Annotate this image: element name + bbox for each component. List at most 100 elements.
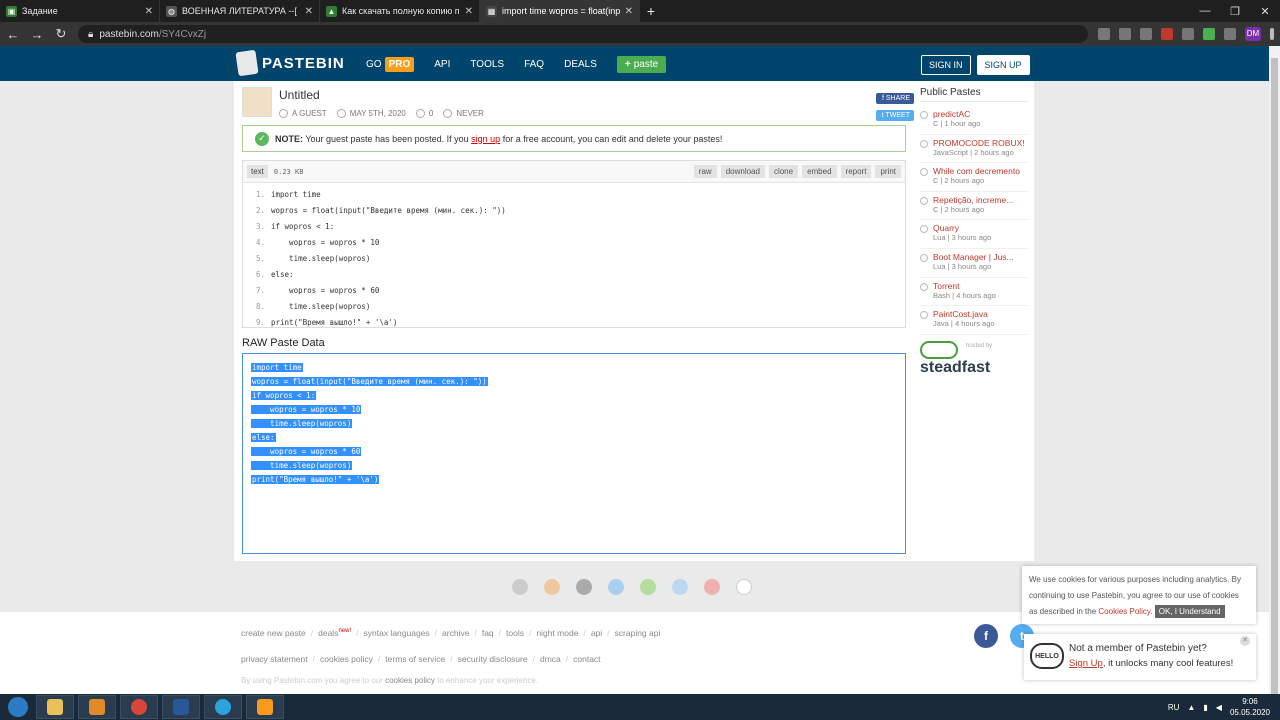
close-tab-icon[interactable]: ✕ bbox=[145, 6, 153, 17]
footer-link[interactable]: dealsnew! bbox=[318, 628, 351, 638]
url-field[interactable]: 🔒︎ pastebin.com/SY4CvxZj bbox=[78, 25, 1088, 43]
close-window-icon[interactable]: ✕ bbox=[1250, 0, 1280, 22]
arch-icon[interactable] bbox=[736, 579, 752, 595]
menu-tools[interactable]: TOOLS bbox=[470, 59, 504, 70]
close-tab-icon[interactable]: ✕ bbox=[625, 6, 633, 17]
extension-icon[interactable] bbox=[1203, 28, 1215, 40]
minimize-icon[interactable]: — bbox=[1190, 0, 1220, 22]
sign-up-link[interactable]: sign up bbox=[471, 134, 500, 144]
browser-tab[interactable]: ▣ Задание ✕ bbox=[0, 0, 160, 22]
report-button[interactable]: report bbox=[840, 165, 872, 178]
paste-name[interactable]: Repetição, increme... bbox=[933, 195, 1013, 205]
footer-link[interactable]: tools bbox=[506, 628, 524, 638]
public-paste-item[interactable]: PROMOCODE ROBUX! JavaScript | 2 hours ago bbox=[920, 135, 1028, 164]
download-button[interactable]: download bbox=[720, 165, 765, 178]
profile-avatar[interactable]: DM bbox=[1245, 27, 1261, 41]
public-paste-item[interactable]: Repetição, increme... C | 2 hours ago bbox=[920, 192, 1028, 221]
cookies-policy-link[interactable]: cookies policy bbox=[385, 676, 435, 685]
public-paste-item[interactable]: Quarry Lua | 3 hours ago bbox=[920, 220, 1028, 249]
sponsor[interactable]: hosted by steadfast bbox=[920, 340, 1028, 377]
taskbar-explorer[interactable] bbox=[36, 695, 74, 719]
public-paste-item[interactable]: While com decremento C | 2 hours ago bbox=[920, 163, 1028, 192]
taskbar-telegram[interactable] bbox=[204, 695, 242, 719]
paste-name[interactable]: predictAC bbox=[933, 109, 980, 119]
start-button[interactable] bbox=[0, 694, 36, 720]
embed-button[interactable]: embed bbox=[802, 165, 837, 178]
translate-icon[interactable] bbox=[1098, 28, 1110, 40]
extension-icon[interactable] bbox=[1140, 28, 1152, 40]
paste-name[interactable]: PaintCost.java bbox=[933, 309, 995, 319]
facebook-icon[interactable]: f bbox=[974, 624, 998, 648]
footer-link[interactable]: api bbox=[591, 628, 602, 638]
mac-icon[interactable] bbox=[672, 579, 688, 595]
paste-name[interactable]: PROMOCODE ROBUX! bbox=[933, 138, 1025, 148]
volume-icon[interactable]: ◀ bbox=[1216, 703, 1222, 712]
reload-icon[interactable]: ↻ bbox=[54, 26, 68, 42]
menu-faq[interactable]: FAQ bbox=[524, 59, 544, 70]
chrome-icon[interactable] bbox=[512, 579, 528, 595]
opera-icon[interactable] bbox=[704, 579, 720, 595]
network-icon[interactable]: ▮ bbox=[1203, 703, 1207, 712]
sign-up-button[interactable]: SIGN UP bbox=[976, 55, 1030, 75]
facebook-share-button[interactable]: f SHARE bbox=[876, 93, 914, 104]
footer-link[interactable]: archive bbox=[442, 628, 469, 638]
footer-link[interactable]: create new paste bbox=[241, 628, 306, 638]
android-icon[interactable] bbox=[640, 579, 656, 595]
extension-icon[interactable] bbox=[1161, 28, 1173, 40]
paste-name[interactable]: While com decremento bbox=[933, 166, 1020, 176]
menu-api[interactable]: API bbox=[434, 59, 450, 70]
language-indicator[interactable]: RU bbox=[1168, 703, 1180, 712]
footer-link[interactable]: privacy statement bbox=[241, 654, 308, 664]
close-icon[interactable]: ✕ bbox=[1240, 636, 1250, 646]
paste-name[interactable]: Boot Manager | Jus... bbox=[933, 252, 1014, 262]
menu-deals[interactable]: DEALS bbox=[564, 59, 597, 70]
footer-link[interactable]: scraping api bbox=[615, 628, 661, 638]
taskbar-chrome[interactable] bbox=[120, 695, 158, 719]
ios-icon[interactable] bbox=[576, 579, 592, 595]
taskbar-word[interactable] bbox=[162, 695, 200, 719]
new-paste-button[interactable]: + paste bbox=[616, 56, 667, 73]
raw-button[interactable]: raw bbox=[693, 165, 717, 178]
menu-go-pro[interactable]: GO PRO bbox=[366, 57, 415, 72]
footer-link[interactable]: dmca bbox=[540, 654, 561, 664]
extension-icon[interactable] bbox=[1224, 28, 1236, 40]
menu-icon[interactable] bbox=[1270, 28, 1274, 40]
extension-icon[interactable] bbox=[1182, 28, 1194, 40]
clone-button[interactable]: clone bbox=[768, 165, 799, 178]
footer-link[interactable]: cookies policy bbox=[320, 654, 373, 664]
paste-name[interactable]: Torrent bbox=[933, 281, 996, 291]
scrollbar[interactable] bbox=[1269, 46, 1280, 698]
sign-in-button[interactable]: SIGN IN bbox=[921, 55, 971, 75]
footer-link[interactable]: terms of service bbox=[385, 654, 445, 664]
browser-tab-active[interactable]: ▦ import time wopros = float(input( ✕ bbox=[480, 0, 640, 22]
browser-tab[interactable]: ◍ ВОЕННАЯ ЛИТЕРАТУРА --[ Военная ✕ bbox=[160, 0, 320, 22]
forward-icon[interactable]: → bbox=[30, 27, 44, 42]
scrollbar-thumb[interactable] bbox=[1271, 58, 1278, 698]
syntax-badge[interactable]: text bbox=[247, 165, 268, 178]
raw-paste-textarea[interactable]: import time wopros = float(input("Введите… bbox=[242, 353, 906, 554]
paste-name[interactable]: Quarry bbox=[933, 223, 991, 233]
public-paste-item[interactable]: PaintCost.java Java | 4 hours ago bbox=[920, 306, 1028, 335]
sign-up-link[interactable]: Sign Up bbox=[1069, 658, 1103, 669]
footer-link[interactable]: security disclosure bbox=[458, 654, 528, 664]
footer-link[interactable]: faq bbox=[482, 628, 494, 638]
tray-arrow-icon[interactable]: ▲ bbox=[1187, 703, 1195, 712]
print-button[interactable]: print bbox=[875, 165, 901, 178]
close-tab-icon[interactable]: ✕ bbox=[305, 6, 313, 17]
back-icon[interactable]: ← bbox=[6, 27, 20, 42]
firefox-icon[interactable] bbox=[544, 579, 560, 595]
public-paste-item[interactable]: Boot Manager | Jus... Lua | 3 hours ago bbox=[920, 249, 1028, 278]
twitter-tweet-button[interactable]: t TWEET bbox=[876, 110, 914, 121]
star-icon[interactable] bbox=[1119, 28, 1131, 40]
public-paste-item[interactable]: Torrent Bash | 4 hours ago bbox=[920, 278, 1028, 307]
footer-link[interactable]: night mode bbox=[536, 628, 578, 638]
taskbar-media-player[interactable] bbox=[78, 695, 116, 719]
clock[interactable]: 9:06 05.05.2020 bbox=[1230, 696, 1270, 718]
maximize-icon[interactable]: ❐ bbox=[1220, 0, 1250, 22]
browser-tab[interactable]: ▲ Как скачать полную копию пр... ✕ bbox=[320, 0, 480, 22]
close-tab-icon[interactable]: ✕ bbox=[465, 6, 473, 17]
pastebin-logo[interactable]: PASTEBIN bbox=[235, 49, 345, 77]
taskbar-sublime[interactable] bbox=[246, 695, 284, 719]
public-paste-item[interactable]: predictAC C | 1 hour ago bbox=[920, 106, 1028, 135]
cookies-policy-link[interactable]: Cookies Policy. bbox=[1098, 607, 1152, 616]
